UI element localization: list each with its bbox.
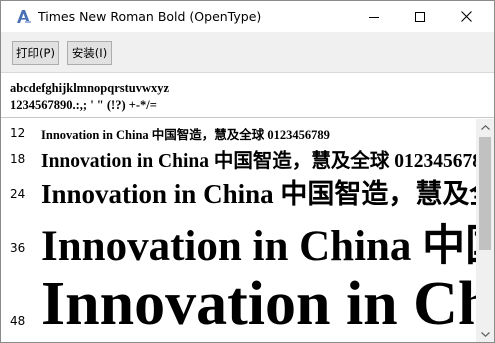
sample-text: Innovation in China [41,270,476,338]
maximize-button[interactable] [397,1,443,32]
toolbar: 打印(P) 安装(I) [1,32,494,73]
install-button[interactable]: 安装(I) [67,41,112,65]
scroll-up-button[interactable] [476,119,494,136]
sample-text: Innovation in China 中国智造 [41,223,476,270]
size-label: 12 [10,126,26,140]
lowercase-alphabet: abcdefghijklmnopqrstuvwxyz [10,81,170,95]
font-file-icon [16,8,32,24]
size-label: 36 [10,241,26,255]
size-label: 24 [10,187,26,201]
scroll-down-button[interactable] [476,326,494,342]
minimize-button[interactable] [351,1,397,32]
sample-text: Innovation in China 中国智造，慧及全球 [41,179,476,209]
scrollbar-thumb[interactable] [479,137,491,250]
vertical-scrollbar[interactable] [476,119,494,342]
maximize-icon [415,11,425,22]
size-label: 18 [10,152,26,166]
sample-text: Innovation in China 中国智造，慧及全球 0123456789 [41,128,330,142]
sample-text: Innovation in China 中国智造，慧及全球 0123456789 [41,151,476,172]
minimize-icon [369,16,379,18]
close-button[interactable] [443,1,489,32]
size-label: 48 [10,314,26,328]
chevron-down-icon [480,332,490,337]
print-button[interactable]: 打印(P) [12,41,59,65]
chevron-up-icon [480,125,490,130]
close-icon [460,11,472,22]
window-title: Times New Roman Bold (OpenType) [38,9,262,24]
font-sample-list: 12 Innovation in China 中国智造，慧及全球 0123456… [1,119,476,342]
title-bar: Times New Roman Bold (OpenType) [1,1,494,32]
font-viewer-window: Times New Roman Bold (OpenType) 打印(P) 安装… [0,0,495,343]
character-set-preview: abcdefghijklmnopqrstuvwxyz 1234567890.:,… [1,73,494,118]
digits-punctuation: 1234567890.:,; ' " (!?) +-*/= [10,98,157,112]
